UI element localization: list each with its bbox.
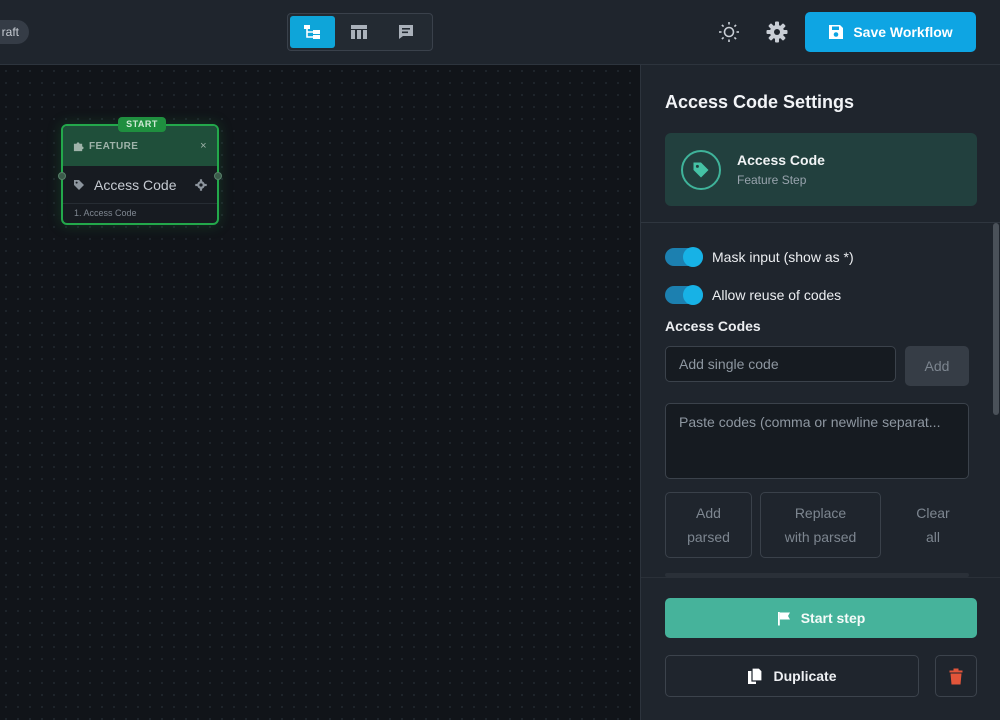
allow-reuse-setting: Allow reuse of codes bbox=[665, 285, 842, 305]
workflow-canvas[interactable]: START FEATURE × Access Code 1. Access Co… bbox=[0, 65, 640, 720]
clear-all-line1: Clear bbox=[916, 505, 950, 521]
panel-footer: Start step Duplicate bbox=[641, 577, 1000, 720]
step-name: Access Code bbox=[737, 152, 825, 168]
view-chat-button[interactable] bbox=[383, 16, 428, 48]
status-badge: raft bbox=[0, 20, 29, 44]
add-parsed-button[interactable]: Add parsed bbox=[665, 492, 752, 558]
allow-reuse-label: Allow reuse of codes bbox=[712, 287, 842, 303]
trash-icon bbox=[949, 668, 963, 684]
tag-icon bbox=[681, 149, 721, 190]
single-code-input[interactable]: Add single code bbox=[665, 346, 896, 382]
close-icon[interactable]: × bbox=[200, 140, 207, 152]
save-workflow-label: Save Workflow bbox=[853, 24, 953, 40]
duplicate-button[interactable]: Duplicate bbox=[665, 655, 919, 697]
flag-icon bbox=[777, 611, 790, 625]
step-subtitle: Feature Step bbox=[737, 173, 807, 187]
replace-parsed-line2: with parsed bbox=[784, 529, 857, 545]
settings-button[interactable] bbox=[762, 17, 792, 47]
clear-all-button[interactable]: Clear all bbox=[897, 492, 969, 558]
start-step-label: Start step bbox=[800, 610, 866, 626]
sun-icon bbox=[719, 22, 739, 42]
node-body: Access Code bbox=[63, 166, 217, 204]
theme-toggle-button[interactable] bbox=[714, 17, 744, 47]
duplicate-label: Duplicate bbox=[773, 668, 837, 684]
view-toggle bbox=[287, 13, 433, 51]
puzzle-icon bbox=[73, 141, 84, 151]
tag-icon bbox=[74, 179, 84, 190]
workflow-node-access-code[interactable]: START FEATURE × Access Code 1. Access Co… bbox=[58, 117, 222, 225]
top-bar: raft Save Workflow bbox=[0, 0, 1000, 65]
clear-all-line2: all bbox=[925, 529, 940, 545]
mask-input-label: Mask input (show as *) bbox=[712, 249, 854, 265]
add-parsed-line1: Add bbox=[696, 505, 721, 521]
gear-icon bbox=[766, 21, 788, 43]
gear-icon[interactable] bbox=[195, 178, 207, 191]
node-title: Access Code bbox=[94, 176, 177, 193]
node-type-label: FEATURE bbox=[89, 140, 139, 152]
divider bbox=[641, 222, 1000, 223]
tree-icon bbox=[304, 25, 321, 39]
output-port[interactable] bbox=[214, 172, 222, 180]
node-footer: 1. Access Code bbox=[74, 208, 137, 218]
replace-parsed-button[interactable]: Replace with parsed bbox=[760, 492, 881, 558]
add-parsed-line2: parsed bbox=[687, 529, 730, 545]
save-workflow-button[interactable]: Save Workflow bbox=[805, 12, 976, 52]
chat-icon bbox=[398, 25, 413, 39]
floppy-disk-icon bbox=[829, 25, 844, 39]
scrollbar[interactable] bbox=[993, 223, 999, 415]
access-codes-heading: Access Codes bbox=[665, 318, 761, 334]
view-flow-button[interactable] bbox=[290, 16, 335, 48]
input-port[interactable] bbox=[58, 172, 66, 180]
mask-input-toggle[interactable] bbox=[665, 247, 703, 267]
replace-parsed-line1: Replace bbox=[794, 505, 847, 521]
start-step-button[interactable]: Start step bbox=[665, 598, 977, 638]
add-code-button[interactable]: Add bbox=[905, 346, 969, 386]
mask-input-setting: Mask input (show as *) bbox=[665, 247, 854, 267]
copy-icon bbox=[748, 667, 764, 684]
settings-panel: Access Code Settings Access Code Feature… bbox=[640, 65, 1000, 720]
start-badge: START bbox=[118, 117, 166, 132]
allow-reuse-toggle[interactable] bbox=[665, 285, 703, 305]
paste-codes-textarea[interactable]: Paste codes (comma or newline separat... bbox=[665, 403, 969, 479]
panel-title: Access Code Settings bbox=[665, 92, 855, 112]
view-table-button[interactable] bbox=[337, 16, 382, 48]
delete-button[interactable] bbox=[935, 655, 977, 697]
step-card: Access Code Feature Step bbox=[665, 133, 977, 206]
node-header: FEATURE × bbox=[63, 126, 217, 166]
table-icon bbox=[351, 25, 367, 39]
